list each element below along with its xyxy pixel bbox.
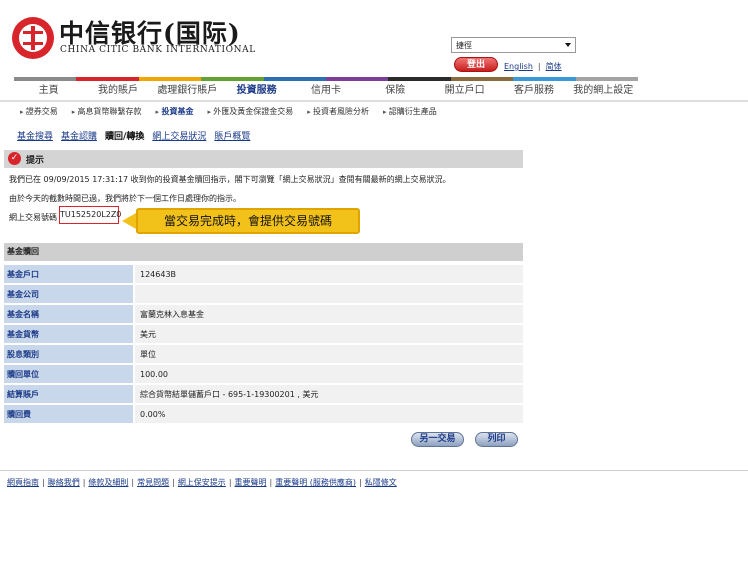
fund-tab[interactable]: 贖回/轉換 <box>105 129 144 142</box>
nav-color-segment <box>14 77 77 81</box>
fund-tab[interactable]: 基金認購 <box>61 129 97 142</box>
footer-link[interactable]: 常見問題 <box>137 478 169 487</box>
footer-separator: | <box>359 478 362 487</box>
english-link[interactable]: English <box>504 62 533 71</box>
footer-link[interactable]: 網頁指南 <box>7 478 39 487</box>
main-nav: 主頁 我的賬戶 處理銀行賬戶 投資服務 信用卡 保險 開立戶口 客戶服務 我的網上設定 <box>14 83 638 99</box>
print-button[interactable]: 列印 <box>475 432 518 447</box>
table-row: 贖回單位 100.00 <box>4 365 523 383</box>
field-value: 124643B <box>133 265 523 283</box>
sub-nav-item[interactable]: 投資者風險分析 <box>307 106 369 117</box>
main-nav-item[interactable]: 信用卡 <box>291 83 360 99</box>
field-label: 股息類別 <box>4 345 133 363</box>
field-value: 100.00 <box>133 365 523 383</box>
nav-divider <box>0 100 748 102</box>
main-nav-item[interactable]: 主頁 <box>14 83 83 99</box>
field-label: 贖回單位 <box>4 365 133 383</box>
footer-separator: | <box>82 478 86 487</box>
field-label: 基金公司 <box>4 285 133 303</box>
sub-nav-item[interactable]: 外匯及黃金保證金交易 <box>207 106 293 117</box>
notice-header <box>4 150 523 168</box>
footer-separator: | <box>131 478 135 487</box>
bank-logo-icon <box>12 17 54 59</box>
main-nav-item[interactable]: 我的賬戶 <box>83 83 152 99</box>
sub-nav-item[interactable]: 認購衍生產品 <box>383 106 437 117</box>
fund-tab[interactable]: 基金搜尋 <box>17 129 53 142</box>
footer-link[interactable]: 聯絡我們 <box>48 478 80 487</box>
field-label: 結算賬戶 <box>4 385 133 403</box>
reference-label: 網上交易號碼 <box>9 213 57 222</box>
main-nav-item[interactable]: 我的網上設定 <box>569 83 638 99</box>
logout-button[interactable]: 登出 <box>454 57 498 72</box>
nav-color-segment <box>326 77 389 81</box>
field-label: 基金名稱 <box>4 305 133 323</box>
nav-color-segment <box>138 77 202 81</box>
table-row: 基金名稱 富蘭克林入息基金 <box>4 305 523 323</box>
table-row: 贖回費 0.00% <box>4 405 523 423</box>
field-label: 贖回費 <box>4 405 133 423</box>
field-value: 綜合貨幣結單儲蓄戶口 - 695-1-19300201 , 美元 <box>133 385 523 403</box>
main-nav-item[interactable]: 客戶服務 <box>499 83 568 99</box>
table-row: 基金貨幣 美元 <box>4 325 523 343</box>
nav-color-segment <box>513 77 576 81</box>
bank-logo-english: CHINA CITIC BANK INTERNATIONAL <box>60 45 256 55</box>
footer-separator: | <box>42 478 45 487</box>
main-nav-item[interactable]: 開立戶口 <box>430 83 499 99</box>
field-label: 基金戶口 <box>4 265 133 283</box>
nav-color-strip <box>14 77 639 81</box>
footer-link[interactable]: 網上保安提示 <box>178 478 226 487</box>
callout-arrow <box>122 213 136 229</box>
nav-color-segment <box>201 77 264 81</box>
fund-tab[interactable]: 網上交易狀況 <box>152 129 206 142</box>
footer-link[interactable]: 重要聲明 (服務供應商) <box>275 478 356 487</box>
table-row: 結算賬戶 綜合貨幣結單儲蓄戶口 - 695-1-19300201 , 美元 <box>4 385 523 403</box>
nav-color-segment <box>263 77 327 81</box>
footer-separator: | <box>228 478 232 487</box>
chevron-down-icon <box>565 43 571 47</box>
main-nav-item[interactable]: 保險 <box>361 83 430 99</box>
footer-divider <box>0 470 748 471</box>
footer-links: 網頁指南 | 聯絡我們 | 條款及細則 | 常見問題 | 網上保安提示 | 重要聲明 | 重要聲明 (服… <box>7 477 397 488</box>
nav-color-segment <box>388 77 451 81</box>
field-value: 單位 <box>133 345 523 363</box>
reference-number: TU152520L2Z0 <box>59 206 121 224</box>
field-value: 富蘭克林入息基金 <box>133 305 523 323</box>
field-value: 0.00% <box>133 405 523 423</box>
sub-nav-item[interactable]: 高息貨幣聯繫存款 <box>72 106 142 117</box>
sub-nav-item[interactable]: 證券交易 <box>20 106 58 117</box>
fund-tabs: 基金搜尋 基金認購 贖回/轉換 網上交易狀況 賬戶概覽 <box>17 129 258 142</box>
footer-link[interactable]: 重要聲明 <box>235 478 267 487</box>
table-row: 股息類別 單位 <box>4 345 523 363</box>
footer-separator: | <box>269 478 273 487</box>
main-nav-item[interactable]: 投資服務 <box>222 83 291 99</box>
shortcut-select[interactable]: 捷徑 <box>451 37 576 53</box>
another-transaction-button[interactable]: 另一交易 <box>411 432 464 447</box>
notice-cutoff-message: 由於今天的截數時間已過，我們將於下一個工作日處理你的指示。 <box>9 194 241 203</box>
main-nav-item[interactable]: 處理銀行賬戶 <box>153 83 222 99</box>
footer-separator: | <box>172 478 175 487</box>
fund-details-table: 基金戶口 124643B 基金公司 基金名稱 富蘭克林入息基金 基金貨幣 美元 股息類別 單位贖… <box>4 263 523 425</box>
reference-callout: 當交易完成時，會提供交易號碼 <box>136 208 360 234</box>
field-label: 基金貨幣 <box>4 325 133 343</box>
nav-color-segment <box>76 77 139 81</box>
nav-color-segment <box>575 77 639 81</box>
notice-message: 我們已在 09/09/2015 17:31:17 收到你的投資基金贖回指示，閣下… <box>9 175 451 184</box>
fund-section-header: 基金贖回 <box>4 243 523 261</box>
simplified-chinese-link[interactable]: 简体 <box>546 62 562 71</box>
table-row: 基金公司 <box>4 285 523 303</box>
field-value <box>133 285 523 303</box>
footer-link[interactable]: 私隱條文 <box>365 478 397 487</box>
shortcut-select-value: 捷徑 <box>456 41 472 50</box>
table-row: 基金戶口 124643B <box>4 265 523 283</box>
footer-link[interactable]: 條款及細則 <box>88 478 128 487</box>
fund-tab[interactable]: 賬戶概覽 <box>214 129 250 142</box>
language-links: English | 简体 <box>504 62 562 71</box>
sub-nav: 證券交易 高息貨幣聯繫存款 投資基金 外匯及黃金保證金交易 投資者風險分析 認購衍生產品 <box>20 106 451 117</box>
field-value: 美元 <box>133 325 523 343</box>
notice-title: 提示 <box>26 156 45 166</box>
nav-color-segment <box>450 77 514 81</box>
check-icon: ✓ <box>8 152 21 165</box>
sub-nav-item[interactable]: 投資基金 <box>156 106 193 117</box>
